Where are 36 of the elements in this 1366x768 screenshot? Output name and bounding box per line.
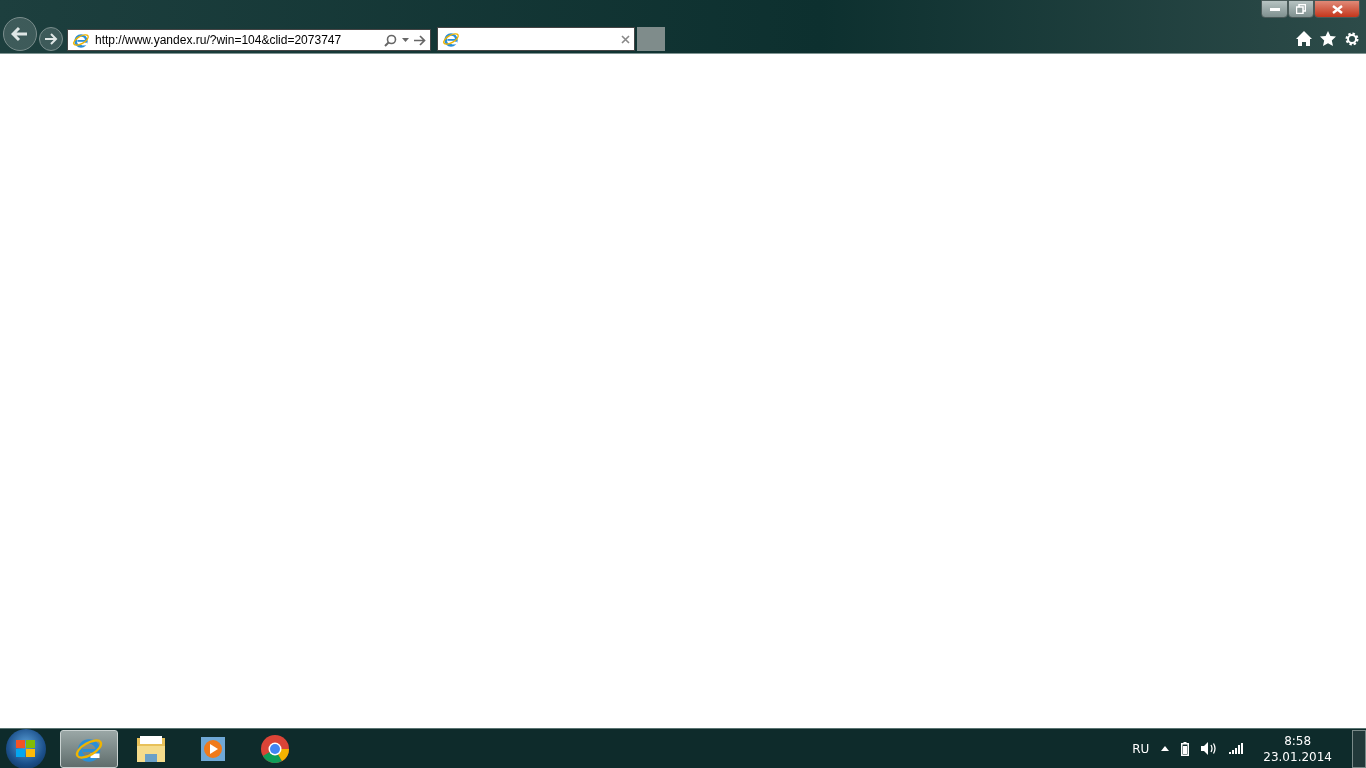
back-button[interactable] [3,17,37,51]
address-bar[interactable]: http://www.yandex.ru/?win=104&clid=2073747 [67,29,431,51]
language-indicator[interactable]: RU [1132,741,1150,756]
restore-button[interactable] [1288,0,1314,18]
minimize-icon [1269,7,1280,11]
home-icon[interactable] [1296,31,1312,46]
clock-date[interactable]: 23.01.2014 [1263,749,1332,764]
go-arrow-icon[interactable] [414,34,426,46]
forward-arrow-icon [44,33,58,45]
battery-icon[interactable] [1181,741,1190,756]
show-hidden-icons-caret-icon[interactable] [1161,746,1170,751]
forward-button[interactable] [39,27,63,51]
browser-e-icon [72,31,90,49]
restore-icon [1296,4,1306,14]
url-text: http://www.yandex.ru/?win=104&clid=2073747 [95,33,343,47]
start-button[interactable] [6,728,46,768]
close-icon[interactable] [621,34,630,44]
windows-logo-icon [16,739,36,758]
browser-e-icon [442,30,460,48]
back-arrow-icon [11,26,29,42]
folder-icon [135,733,167,764]
search-icon[interactable] [384,33,397,47]
signal-bars-icon[interactable] [1229,743,1244,754]
minimize-button[interactable] [1261,0,1288,18]
show-desktop-button[interactable] [1352,729,1366,768]
close-icon [1331,4,1343,14]
chrome-icon [260,733,290,764]
browser-tab[interactable] [437,27,635,51]
settings-icon[interactable] [1344,31,1360,47]
star-icon[interactable] [1320,31,1336,46]
speaker-icon[interactable] [1201,742,1218,755]
taskbar-app-button[interactable] [60,729,118,768]
media-player-icon [199,734,227,763]
dropdown-caret-icon[interactable] [402,38,409,42]
close-window-button[interactable] [1314,0,1360,18]
clock-time[interactable]: 8:58 [1284,733,1312,748]
